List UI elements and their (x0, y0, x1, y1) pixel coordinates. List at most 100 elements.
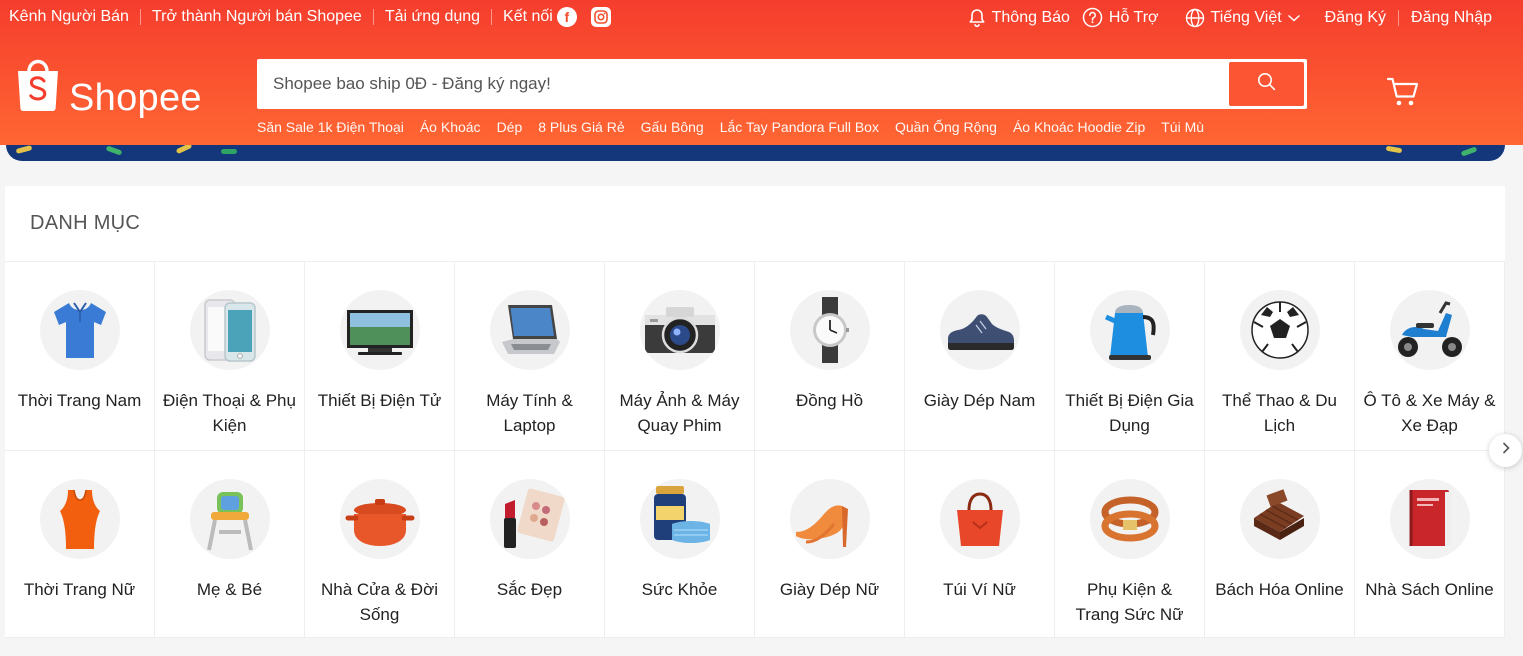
category-mom-baby[interactable]: Mẹ & Bé (155, 451, 305, 638)
category-label: Ô Tô & Xe Máy & Xe Đạp (1363, 391, 1496, 435)
category-electronics[interactable]: Thiết Bị Điện Tử (305, 262, 455, 451)
category-grid: Thời Trang Nam Điện Thoại & Phụ Kiện Thi… (5, 262, 1505, 638)
globe-icon (1185, 8, 1205, 28)
category-sports[interactable]: Thể Thao & Du Lịch (1205, 262, 1355, 451)
category-women-bags[interactable]: Túi Ví Nữ (905, 451, 1055, 638)
chevron-down-icon (1287, 13, 1301, 23)
handbag-icon (939, 479, 1020, 559)
download-app-link[interactable]: Tải ứng dụng (385, 8, 480, 26)
category-books[interactable]: Nhà Sách Online (1355, 451, 1505, 638)
suggestion-link[interactable]: Gấu Bông (641, 119, 704, 135)
category-label: Giày Dép Nữ (779, 580, 880, 599)
category-home-living[interactable]: Nhà Cửa & Đời Sống (305, 451, 455, 638)
category-men-shoes[interactable]: Giày Dép Nam (905, 262, 1055, 451)
high-chair-icon (189, 479, 270, 559)
chevron-right-icon (1501, 441, 1511, 460)
divider (491, 9, 493, 25)
category-computers[interactable]: Máy Tính & Laptop (455, 262, 605, 451)
scooter-icon (1389, 290, 1470, 370)
category-label: Mẹ & Bé (196, 580, 263, 599)
category-label: Thời Trang Nữ (23, 580, 136, 599)
cooking-pot-icon (339, 479, 420, 559)
confetti (1460, 146, 1478, 157)
category-men-fashion[interactable]: Thời Trang Nam (5, 262, 155, 451)
shopping-bag-icon (15, 56, 61, 117)
category-women-shoes[interactable]: Giày Dép Nữ (755, 451, 905, 638)
top-navbar: Kênh Người Bán Trở thành Người bán Shope… (0, 0, 1523, 34)
language-selector[interactable]: Tiếng Việt (1185, 8, 1301, 28)
category-label: Đồng Hồ (795, 391, 864, 410)
camera-icon (639, 290, 720, 370)
help-label: Hỗ Trợ (1108, 8, 1159, 26)
suggestion-link[interactable]: Quần Ống Rộng (895, 119, 997, 135)
help-link[interactable]: Hỗ Trợ (1082, 7, 1159, 28)
suggestion-link[interactable]: Dép (497, 119, 523, 135)
suggestion-link[interactable]: Lắc Tay Pandora Full Box (720, 119, 879, 135)
category-label: Thiết Bị Điện Gia Dụng (1065, 391, 1194, 435)
divider (372, 9, 374, 25)
category-label: Nhà Sách Online (1365, 580, 1494, 599)
category-label: Sức Khỏe (641, 580, 718, 599)
category-label: Bách Hóa Online (1215, 580, 1344, 599)
soccer-ball-icon (1239, 290, 1320, 370)
category-vehicles[interactable]: Ô Tô & Xe Máy & Xe Đạp (1355, 262, 1505, 451)
category-label: Thể Thao & Du Lịch (1222, 391, 1337, 435)
kettle-icon (1089, 290, 1170, 370)
category-label: Thiết Bị Điện Tử (317, 391, 442, 410)
category-label: Túi Ví Nữ (943, 580, 1016, 599)
category-accessories[interactable]: Phụ Kiện & Trang Sức Nữ (1055, 451, 1205, 638)
category-title: DANH MỤC (30, 212, 141, 234)
confetti (175, 145, 193, 155)
category-section: DANH MỤC Thời Trang Nam Điện Thoại & Phụ… (5, 186, 1505, 638)
shopee-logo[interactable]: Shopee (15, 56, 202, 117)
category-label: Thời Trang Nam (17, 391, 142, 410)
category-home-appliances[interactable]: Thiết Bị Điện Gia Dụng (1055, 262, 1205, 451)
logo-text: Shopee (69, 77, 202, 119)
category-label: Sắc Đẹp (496, 580, 563, 599)
category-health[interactable]: Sức Khỏe (605, 451, 755, 638)
help-icon (1082, 7, 1103, 28)
become-seller-link[interactable]: Trở thành Người bán Shopee (152, 8, 362, 26)
suggestion-link[interactable]: Áo Khoác (420, 119, 481, 135)
shirt-icon (39, 290, 120, 370)
suggestion-link[interactable]: Túi Mù (1161, 119, 1204, 135)
suggestion-link[interactable]: Áo Khoác Hoodie Zip (1013, 119, 1145, 135)
cart-icon (1386, 77, 1420, 112)
signup-link[interactable]: Đăng Ký (1325, 9, 1386, 27)
book-icon (1389, 479, 1470, 559)
category-header: DANH MỤC (5, 186, 1505, 262)
suggestion-link[interactable]: 8 Plus Giá Rẻ (538, 119, 624, 135)
category-watches[interactable]: Đồng Hồ (755, 262, 905, 451)
seller-centre-link[interactable]: Kênh Người Bán (9, 8, 129, 26)
facebook-icon[interactable]: f (556, 7, 577, 27)
search-suggestions: Săn Sale 1k Điện Thoại Áo Khoác Dép 8 Pl… (257, 119, 1220, 135)
category-label: Phụ Kiện & Trang Sức Nữ (1075, 580, 1184, 624)
mens-shoe-icon (939, 290, 1020, 370)
search-bar (257, 59, 1307, 109)
category-next-button[interactable] (1489, 434, 1522, 467)
bracelet-icon (1089, 479, 1170, 559)
health-icon (639, 479, 720, 559)
category-cameras[interactable]: Máy Ảnh & Máy Quay Phim (605, 262, 755, 451)
cart-button[interactable] (1386, 76, 1420, 113)
search-icon (1257, 72, 1276, 96)
chocolate-icon (1239, 479, 1320, 559)
promo-banner[interactable] (6, 145, 1505, 161)
category-beauty[interactable]: Sắc Đẹp (455, 451, 605, 638)
instagram-icon[interactable] (590, 7, 611, 27)
category-label: Giày Dép Nam (923, 391, 1036, 410)
confetti (15, 145, 33, 154)
search-button[interactable] (1229, 62, 1304, 106)
login-link[interactable]: Đăng Nhập (1411, 9, 1492, 27)
category-groceries[interactable]: Bách Hóa Online (1205, 451, 1355, 638)
notifications-link[interactable]: Thông Báo (968, 8, 1070, 28)
notifications-label: Thông Báo (991, 8, 1070, 26)
search-input[interactable] (257, 59, 1217, 109)
laptop-icon (489, 290, 570, 370)
category-label: Điện Thoại & Phụ Kiện (163, 391, 296, 435)
suggestion-link[interactable]: Săn Sale 1k Điện Thoại (257, 119, 404, 135)
confetti (1385, 145, 1403, 154)
category-women-fashion[interactable]: Thời Trang Nữ (5, 451, 155, 638)
category-phones[interactable]: Điện Thoại & Phụ Kiện (155, 262, 305, 451)
divider (1398, 9, 1400, 26)
